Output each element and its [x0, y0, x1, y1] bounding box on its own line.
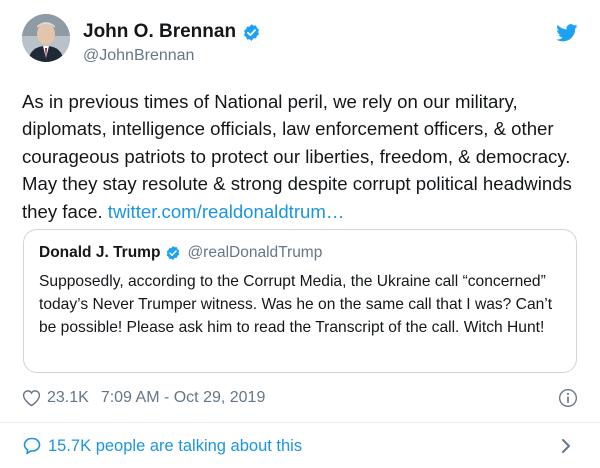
quoted-tweet[interactable]: Donald J. Trump @realDonaldTrump Suppose…: [23, 229, 577, 373]
twitter-bird-icon[interactable]: [556, 24, 578, 42]
quoted-tweet-text: Supposedly, according to the Corrupt Med…: [39, 273, 553, 336]
quoted-author-handle: @realDonaldTrump: [187, 244, 323, 261]
quoted-author-name: Donald J. Trump: [39, 244, 161, 261]
verified-badge-icon: [167, 246, 180, 260]
avatar[interactable]: [22, 14, 70, 62]
speech-bubble-icon: [23, 437, 41, 455]
tweet-card: John O. Brennan @JohnBrennan As in previ…: [0, 0, 600, 468]
heart-icon[interactable]: [22, 389, 41, 407]
info-icon[interactable]: [558, 388, 578, 408]
tweet-link[interactable]: twitter.com/realdonaldtrum…: [108, 201, 345, 222]
author-handle[interactable]: @JohnBrennan: [83, 46, 194, 66]
conversation-text[interactable]: 15.7K people are talking about this: [48, 437, 302, 456]
chevron-right-icon[interactable]: [560, 437, 572, 455]
tweet-text: As in previous times of National peril, …: [22, 88, 582, 225]
conversation-link[interactable]: 15.7K people are talking about this: [22, 434, 578, 458]
divider: [0, 422, 600, 423]
verified-badge-icon: [244, 23, 260, 41]
timestamp[interactable]: 7:09 AM - Oct 29, 2019: [101, 389, 266, 407]
quoted-author-row: Donald J. Trump @realDonaldTrump: [39, 244, 322, 262]
like-count[interactable]: 23.1K: [47, 389, 89, 407]
author-row: John O. Brennan: [83, 21, 261, 43]
author-name[interactable]: John O. Brennan: [83, 21, 236, 43]
tweet-meta: 23.1K 7:09 AM - Oct 29, 2019: [22, 386, 578, 410]
